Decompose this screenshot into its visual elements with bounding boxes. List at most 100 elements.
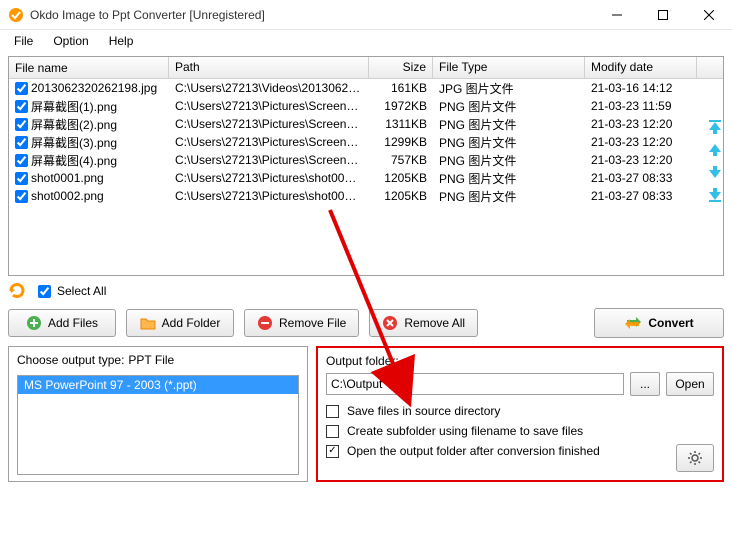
table-row[interactable]: 2013062320262198.jpg C:\Users\27213\Video…: [9, 79, 723, 97]
menu-option[interactable]: Option: [45, 32, 96, 50]
cell-date: 21-03-23 11:59: [585, 98, 697, 114]
move-bottom-icon[interactable]: [707, 186, 723, 202]
add-folder-label: Add Folder: [162, 316, 221, 330]
cell-filename: 2013062320262198.jpg: [31, 81, 157, 95]
cell-filename: 屏幕截图(3).png: [31, 134, 117, 151]
select-all-label: Select All: [57, 284, 106, 298]
move-up-icon[interactable]: [707, 142, 723, 158]
col-modify-date[interactable]: Modify date: [585, 57, 697, 78]
add-files-button[interactable]: Add Files: [8, 309, 116, 337]
maximize-button[interactable]: [640, 0, 686, 30]
select-all-checkbox[interactable]: [38, 285, 51, 298]
menu-help[interactable]: Help: [101, 32, 142, 50]
remove-all-label: Remove All: [404, 316, 465, 330]
gear-icon: [687, 450, 703, 466]
cell-size: 1205KB: [369, 188, 433, 204]
row-checkbox[interactable]: [15, 118, 28, 131]
remove-file-button[interactable]: Remove File: [244, 309, 359, 337]
file-table[interactable]: File name Path Size File Type Modify dat…: [8, 56, 724, 276]
output-folder-input[interactable]: [326, 373, 624, 395]
cell-type: PNG 图片文件: [433, 115, 585, 134]
cell-date: 21-03-16 14:12: [585, 80, 697, 96]
cell-path: C:\Users\27213\Pictures\shot0001.png: [169, 170, 369, 186]
add-files-label: Add Files: [48, 316, 98, 330]
minimize-button[interactable]: [594, 0, 640, 30]
close-button[interactable]: [686, 0, 732, 30]
cell-type: PNG 图片文件: [433, 151, 585, 170]
save-source-label: Save files in source directory: [347, 404, 500, 418]
table-row[interactable]: 屏幕截图(2).pngC:\Users\27213\Pictures\Scree…: [9, 115, 723, 133]
cell-size: 1311KB: [369, 116, 433, 132]
output-type-value: PPT File: [128, 353, 174, 371]
cell-date: 21-03-27 08:33: [585, 170, 697, 186]
cell-filename: shot0001.png: [31, 171, 104, 185]
output-type-listbox[interactable]: MS PowerPoint 97 - 2003 (*.ppt): [17, 375, 299, 475]
refresh-icon[interactable]: [8, 282, 28, 300]
cell-type: PNG 图片文件: [433, 97, 585, 116]
app-icon: [8, 7, 24, 23]
cell-type: JPG 图片文件: [433, 79, 585, 98]
row-checkbox[interactable]: [15, 190, 28, 203]
output-type-label: Choose output type:: [17, 353, 124, 367]
cell-type: PNG 图片文件: [433, 187, 585, 206]
col-path[interactable]: Path: [169, 57, 369, 78]
create-subfolder-label: Create subfolder using filename to save …: [347, 424, 583, 438]
output-folder-label: Output folder:: [326, 354, 714, 368]
cell-date: 21-03-23 12:20: [585, 134, 697, 150]
window-title: Okdo Image to Ppt Converter [Unregistere…: [30, 8, 594, 22]
table-header: File name Path Size File Type Modify dat…: [9, 57, 723, 79]
menu-file[interactable]: File: [6, 32, 41, 50]
convert-label: Convert: [648, 316, 693, 330]
move-down-icon[interactable]: [707, 164, 723, 180]
folder-icon: [140, 315, 156, 331]
cell-type: PNG 图片文件: [433, 169, 585, 188]
cell-path: C:\Users\27213\Pictures\Screenshot...: [169, 134, 369, 150]
row-checkbox[interactable]: [15, 82, 28, 95]
plus-icon: [26, 315, 42, 331]
row-checkbox[interactable]: [15, 136, 28, 149]
table-row[interactable]: 屏幕截图(3).png C:\Users\27213\Pictures\Scree…: [9, 133, 723, 151]
cell-size: 757KB: [369, 152, 433, 168]
convert-icon: [624, 314, 642, 332]
minus-icon: [257, 315, 273, 331]
col-size[interactable]: Size: [369, 57, 433, 78]
col-filename[interactable]: File name: [9, 57, 169, 78]
cell-path: C:\Users\27213\Pictures\Screenshot...: [169, 116, 369, 132]
list-item[interactable]: MS PowerPoint 97 - 2003 (*.ppt): [18, 376, 298, 394]
menubar: File Option Help: [0, 30, 732, 52]
open-folder-button[interactable]: Open: [666, 372, 714, 396]
cell-path: C:\Users\27213\Videos\2013062320...: [169, 80, 369, 96]
titlebar: Okdo Image to Ppt Converter [Unregistere…: [0, 0, 732, 30]
col-filetype[interactable]: File Type: [433, 57, 585, 78]
watermark: 下载吧: [616, 497, 726, 546]
svg-text:下载吧: 下载吧: [616, 520, 654, 534]
cell-filename: shot0002.png: [31, 189, 104, 203]
row-checkbox[interactable]: [15, 100, 28, 113]
add-folder-button[interactable]: Add Folder: [126, 309, 234, 337]
save-source-checkbox[interactable]: [326, 405, 339, 418]
open-after-checkbox[interactable]: ✓: [326, 445, 339, 458]
cell-filename: 屏幕截图(1).png: [31, 98, 117, 115]
convert-button[interactable]: Convert: [594, 308, 724, 338]
cell-size: 1205KB: [369, 170, 433, 186]
create-subfolder-checkbox[interactable]: [326, 425, 339, 438]
table-row[interactable]: shot0002.png C:\Users\27213\Pictures\shot…: [9, 187, 723, 205]
table-row[interactable]: 屏幕截图(4).pngC:\Users\27213\Pictures\Scree…: [9, 151, 723, 169]
cell-path: C:\Users\27213\Pictures\Screenshot...: [169, 152, 369, 168]
browse-button[interactable]: ...: [630, 372, 660, 396]
cell-date: 21-03-23 12:20: [585, 116, 697, 132]
cell-size: 1299KB: [369, 134, 433, 150]
table-row[interactable]: 屏幕截图(1).pngC:\Users\27213\Pictures\Scree…: [9, 97, 723, 115]
cell-date: 21-03-23 12:20: [585, 152, 697, 168]
row-checkbox[interactable]: [15, 154, 28, 167]
remove-all-button[interactable]: Remove All: [369, 309, 478, 337]
cell-path: C:\Users\27213\Pictures\shot0002.png: [169, 188, 369, 204]
table-row[interactable]: shot0001.png C:\Users\27213\Pictures\shot…: [9, 169, 723, 187]
cell-size: 1972KB: [369, 98, 433, 114]
row-checkbox[interactable]: [15, 172, 28, 185]
settings-button[interactable]: [676, 444, 714, 472]
remove-file-label: Remove File: [279, 316, 346, 330]
output-folder-panel: Output folder: ... Open Save files in so…: [316, 346, 724, 482]
open-after-label: Open the output folder after conversion …: [347, 444, 600, 458]
move-top-icon[interactable]: [707, 120, 723, 136]
